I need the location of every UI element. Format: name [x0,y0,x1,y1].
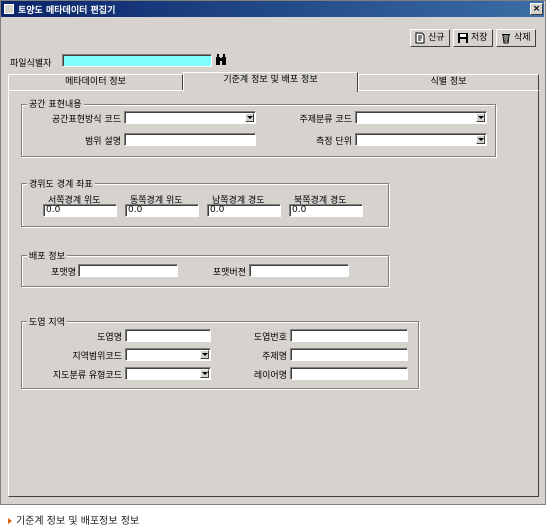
region-code-select[interactable] [125,348,211,361]
file-id-input[interactable] [62,54,212,67]
app-icon [4,4,14,14]
delete-button-label: 삭제 [514,33,531,43]
chevron-down-icon[interactable] [476,113,485,122]
region-code-label: 지역범위코드 [72,352,122,362]
format-input[interactable] [78,264,178,277]
file-id-label: 파일식별자 [10,59,52,69]
tab-identification-info[interactable]: 식별 정보 [358,74,539,91]
topic-code-select[interactable] [355,111,487,124]
method-code-label: 공간표현방식 코드 [51,115,121,125]
spatial-group-title: 공간 표현내용 [27,97,84,110]
arrow-bullet-icon [8,518,12,524]
floppy-disk-icon [457,32,469,44]
subject-label: 주제명 [262,352,287,362]
tab-reference-distribution[interactable]: 기준계 정보 및 배포 정보 [183,72,358,92]
north-bound-input[interactable]: 0.0 [289,204,363,217]
chevron-down-icon[interactable] [245,113,254,122]
close-button[interactable]: × [530,3,543,15]
south-bound-input[interactable]: 0.0 [207,204,281,217]
save-button[interactable]: 저장 [453,29,493,47]
format-version-input[interactable] [249,264,349,277]
sheet-number-input[interactable] [290,329,408,342]
sheet-number-label: 도엽번호 [253,333,287,343]
extent-desc-input[interactable] [124,133,256,146]
new-button[interactable]: 신규 [410,29,450,47]
unit-label: 측정 단위 [316,137,352,147]
save-button-label: 저장 [471,33,488,43]
sheet-name-label: 도엽명 [97,333,122,343]
distribution-group-title: 배포 정보 [27,249,67,262]
unit-select[interactable] [355,133,487,146]
format-version-label: 포맷버젼 [212,268,246,278]
layer-label: 레이어명 [253,371,287,381]
west-bound-input[interactable]: 0.0 [43,204,117,217]
new-document-icon [414,32,426,44]
topic-code-label: 주제분류 코드 [299,115,352,125]
format-label: 포맷명 [51,268,76,278]
figure-caption: 기준계 정보 및 배포정보 정보 [8,512,139,527]
map-type-select[interactable] [125,367,211,380]
title-bar[interactable]: 토양도 메타데이터 편집기 × [1,1,544,17]
chevron-down-icon[interactable] [200,369,209,378]
subject-input[interactable] [290,348,408,361]
window-title: 토양도 메타데이터 편집기 [18,6,116,16]
sheet-name-input[interactable] [125,329,211,342]
chevron-down-icon[interactable] [476,135,485,144]
method-code-select[interactable] [124,111,256,124]
tab-metadata-info[interactable]: 메타데이터 정보 [8,74,183,91]
figure-caption-text: 기준계 정보 및 배포정보 정보 [16,516,140,527]
map-sheet-group-title: 도엽 지역 [27,315,67,328]
extent-desc-label: 범위 설명 [85,137,121,147]
layer-input[interactable] [290,367,408,380]
map-type-label: 지도분류 유형코드 [52,371,122,381]
east-bound-input[interactable]: 0.0 [125,204,199,217]
delete-button[interactable]: 삭제 [496,29,536,47]
chevron-down-icon[interactable] [200,350,209,359]
new-button-label: 신규 [428,33,445,43]
bbox-group-title: 경위도 경계 좌표 [27,177,95,190]
trash-can-icon [500,32,512,44]
binoculars-icon[interactable] [215,53,227,66]
